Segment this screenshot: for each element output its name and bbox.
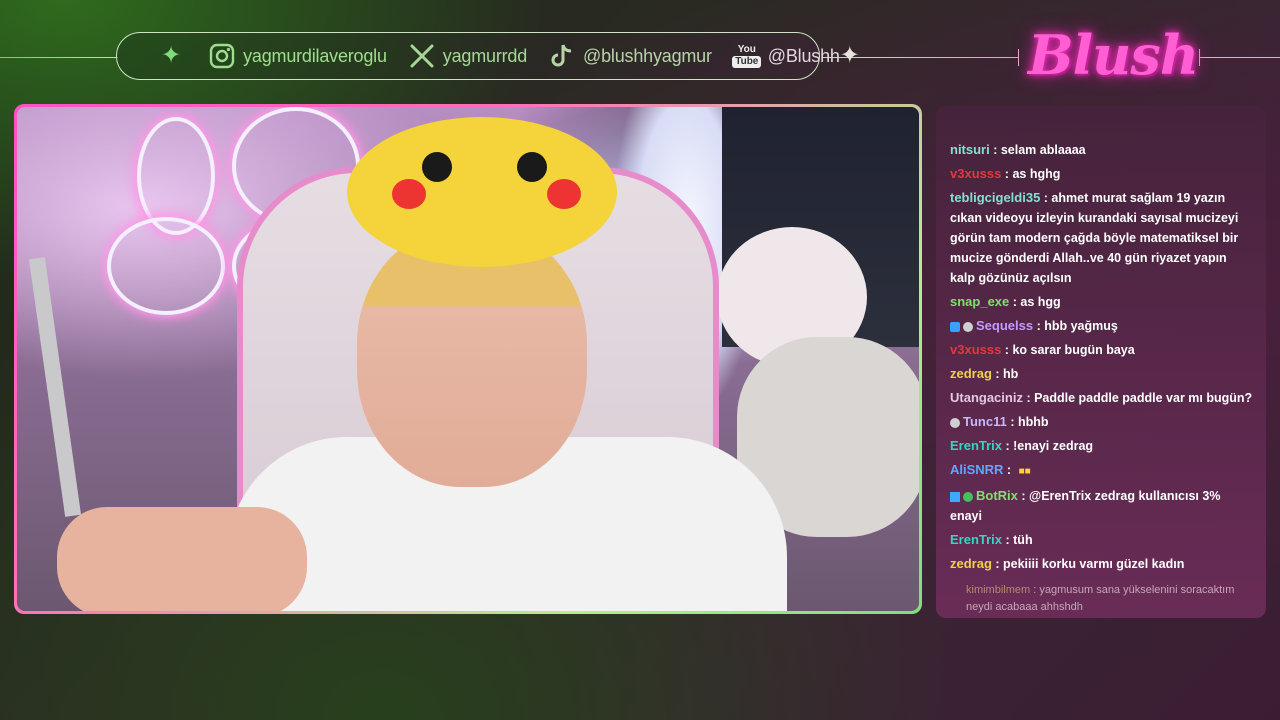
chat-text: Paddle paddle paddle var mı bugün? (1034, 391, 1253, 405)
chat-separator: : (989, 143, 1001, 157)
chat-message: v3xusss : ko sarar bugün baya (950, 340, 1254, 360)
youtube-icon-bottom: Tube (732, 55, 762, 68)
chat-message: nitsuri : selam ablaaaa (950, 140, 1254, 160)
chat-message: AliSNRR : ■■ (950, 460, 1254, 482)
chat-text: selam ablaaaa (1000, 143, 1086, 157)
chat-username[interactable]: zedrag (950, 366, 992, 381)
chat-separator: : (1002, 533, 1014, 547)
chat-username[interactable]: AliSNRR (950, 462, 1003, 477)
youtube-handle[interactable]: You Tube @Blushh (732, 41, 840, 71)
gift-badge-icon (950, 417, 960, 428)
chat-separator: : (991, 367, 1004, 381)
chat-username[interactable]: zedrag (950, 556, 992, 571)
hat-eye (422, 152, 452, 182)
chat-username[interactable]: snap_exe (950, 294, 1009, 309)
gift-badge-icon (963, 321, 973, 332)
chat-text: ko sarar bugün baya (1012, 343, 1135, 357)
chat-message: ErenTrix : !enayi zedrag (950, 436, 1254, 456)
chat-message: v3xusss : as hghg (950, 164, 1254, 184)
chat-message: Tunc11 : hbhb (950, 412, 1254, 432)
chat-text: ahmet murat sağlam 19 yazın cıkan videoy… (950, 191, 1239, 285)
chat-message: ErenTrix : tüh (950, 530, 1254, 550)
chat-separator: : (1001, 343, 1013, 357)
social-bar: ✦ yagmurdilaveroglu yagmurrdd @blushhyag… (116, 32, 860, 80)
chat-message: BotRix : @ErenTrix zedrag kullanıcısı 3%… (950, 486, 1254, 526)
chat-separator: : (1009, 295, 1021, 309)
chat-text: hbhb (1017, 415, 1049, 429)
x-logo-icon (407, 41, 437, 71)
decor-line-right (1200, 57, 1280, 58)
chat-message: snap_exe : as hgg (950, 292, 1254, 312)
sparkle-icon: ✦ (161, 42, 182, 69)
pikachu-hat (347, 117, 617, 267)
blush-logo: Blush (1028, 23, 1199, 87)
chat-separator: : (991, 557, 1004, 571)
hat-cheek (547, 179, 581, 209)
verified-badge-icon (963, 491, 973, 502)
chat-message: Utangaciniz : Paddle paddle paddle var m… (950, 388, 1254, 408)
chat-message: tebligcigeldi35 : ahmet murat sağlam 19 … (950, 188, 1254, 288)
sub-badge-icon (950, 321, 960, 332)
hat-eye (517, 152, 547, 182)
chat-separator: : (1022, 391, 1035, 405)
chat-username[interactable]: nitsuri (950, 142, 990, 157)
decor-tick (1018, 49, 1019, 66)
emote-icon: ■■ (1018, 466, 1031, 477)
chat-username[interactable]: Tunc11 (963, 414, 1007, 429)
tiktok-icon (547, 41, 577, 71)
chat-text: as hgg (1020, 295, 1061, 309)
chat-separator: : (1017, 489, 1029, 503)
tiktok-label: @blushhyagmur (583, 45, 712, 66)
chat-username[interactable]: tebligcigeldi35 (950, 190, 1040, 205)
chat-message: Sequelss : hbb yağmuş (950, 316, 1254, 336)
chat-separator: : (1006, 415, 1018, 429)
chat-text: !enayi zedrag (1013, 439, 1094, 453)
chat-separator: : (1003, 463, 1015, 477)
chat-message: zedrag : pekiiii korku varmı güzel kadın (950, 554, 1254, 574)
streamer-hand (57, 507, 307, 611)
chat-separator: : (1033, 319, 1045, 333)
x-label: yagmurrdd (442, 45, 528, 66)
chat-panel: nitsuri : selam ablaaaa v3xusss : as hgh… (936, 106, 1266, 618)
youtube-icon: You Tube (732, 41, 762, 71)
webcam-frame (14, 104, 922, 614)
chat-text: hbb yağmuş (1044, 319, 1118, 333)
chat-message: zedrag : hb (950, 364, 1254, 384)
chat-username[interactable]: BotRix (976, 488, 1018, 503)
youtube-icon-top: You (737, 43, 756, 55)
x-handle[interactable]: yagmurrdd (407, 41, 527, 71)
chat-username[interactable]: v3xusss (950, 166, 1001, 181)
chat-username[interactable]: ErenTrix (950, 438, 1002, 453)
bot-badge-icon (950, 491, 960, 502)
chat-separator: : (1040, 191, 1052, 205)
chat-text: hb (1003, 367, 1019, 381)
chat-message: kimimbilmem : yagmusum sana yükselenini … (950, 582, 1254, 616)
chat-username[interactable]: Sequelss (976, 318, 1033, 333)
chat-username[interactable]: kimimbilmem (966, 584, 1030, 596)
instagram-handle[interactable]: yagmurdilaveroglu (207, 41, 387, 71)
instagram-icon (207, 41, 237, 71)
chat-username[interactable]: Utangaciniz (950, 390, 1023, 405)
chat-separator: : (1030, 584, 1040, 596)
hat-cheek (392, 179, 426, 209)
chat-text: pekiiii korku varmı güzel kadın (1003, 557, 1185, 571)
chat-separator: : (1001, 167, 1013, 181)
sparkle-icon: ✦ (839, 42, 860, 69)
chat-separator: : (1002, 439, 1014, 453)
neon-sign (107, 217, 225, 315)
decor-line-left (0, 57, 118, 58)
mic-arm (28, 257, 82, 517)
tiktok-handle[interactable]: @blushhyagmur (547, 41, 712, 71)
chat-text: as hghg (1012, 167, 1061, 181)
webcam-video (17, 107, 919, 611)
chat-username[interactable]: ErenTrix (950, 532, 1002, 547)
youtube-label: @Blushh (767, 45, 840, 66)
chat-username[interactable]: v3xusss (950, 342, 1001, 357)
chat-text: tüh (1013, 533, 1033, 547)
instagram-label: yagmurdilaveroglu (243, 45, 387, 66)
